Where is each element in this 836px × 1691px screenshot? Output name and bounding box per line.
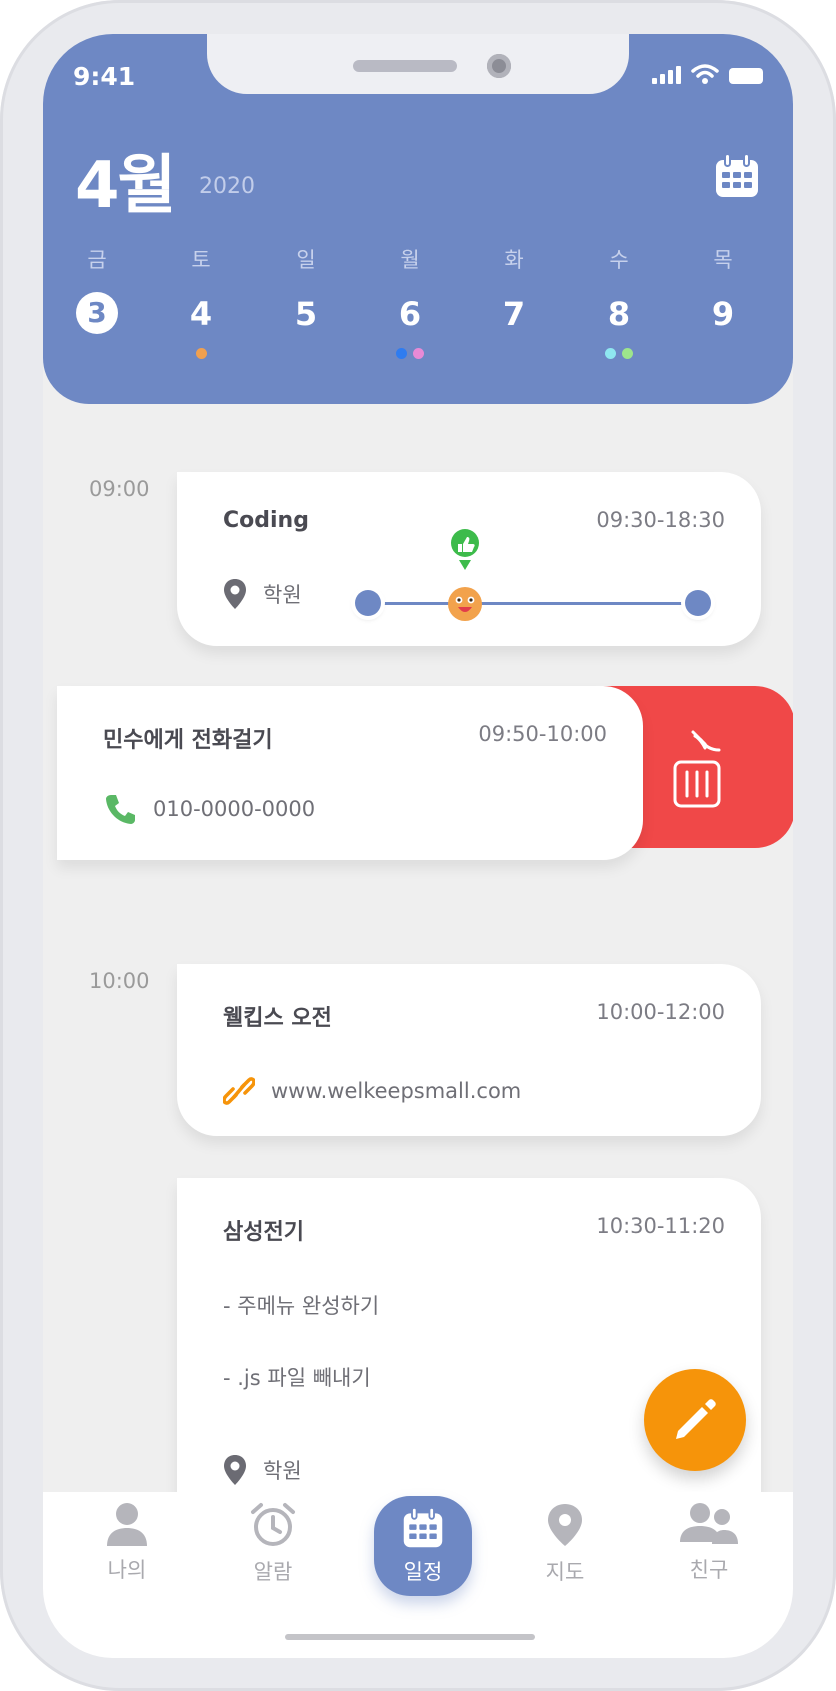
phone-icon	[106, 795, 135, 824]
event-location: 학원	[223, 1454, 302, 1486]
day-item[interactable]: 수 8	[579, 244, 659, 360]
day-item[interactable]: 화 7	[474, 244, 554, 360]
day-number: 7	[502, 295, 526, 333]
event-location: 학원	[223, 578, 302, 610]
event-dot	[622, 348, 633, 359]
event-time-range: 10:30-11:20	[596, 1214, 725, 1238]
day-item[interactable]: 금 3	[57, 244, 137, 358]
phone-frame: 9:41 4월 2020 금 3 토 4 일 5 월 6 화 7 수 8 목 9…	[0, 0, 836, 1691]
event-dots	[683, 348, 763, 360]
speaker	[353, 60, 457, 72]
day-name: 일	[296, 248, 316, 272]
day-number: 4	[189, 295, 213, 333]
day-name: 목	[713, 248, 733, 272]
tab-label: 나의	[107, 1558, 147, 1582]
add-event-button[interactable]	[644, 1369, 746, 1471]
day-number: 5	[294, 295, 318, 333]
event-card[interactable]: 민수에게 전화걸기 09:50-10:00 010-0000-0000	[57, 686, 643, 860]
location-pin-icon	[224, 579, 246, 609]
day-number: 6	[398, 295, 422, 333]
event-card[interactable]: Coding 09:30-18:30 학원	[177, 472, 761, 646]
pencil-icon	[676, 1399, 716, 1439]
tab-label: 일정	[403, 1560, 443, 1584]
event-dot	[195, 348, 207, 359]
day-name: 화	[504, 248, 524, 272]
avatar-emoji-icon	[448, 587, 482, 621]
device-notch	[207, 34, 629, 94]
home-indicator	[285, 1634, 535, 1640]
tab-my[interactable]: 나의	[72, 1502, 182, 1584]
week-strip: 금 3 토 4 일 5 월 6 화 7 수 8 목 9	[43, 244, 793, 364]
time-label: 09:00	[89, 477, 150, 501]
day-item[interactable]: 월 6	[370, 244, 450, 360]
tab-alarm[interactable]: 알람	[218, 1502, 328, 1586]
day-number: 9	[711, 295, 735, 333]
battery-icon	[729, 68, 763, 84]
event-time-range: 09:30-18:30	[596, 508, 725, 532]
location-text: 학원	[263, 1459, 302, 1483]
event-time-range: 09:50-10:00	[478, 722, 607, 746]
event-dot	[396, 348, 407, 359]
tab-map[interactable]: 지도	[510, 1502, 620, 1586]
event-title: Coding	[223, 508, 309, 533]
day-item[interactable]: 일 5	[266, 244, 346, 360]
calendar-icon[interactable]	[713, 152, 761, 200]
year-label: 2020	[199, 174, 255, 199]
tab-friends[interactable]: 친구	[654, 1502, 764, 1584]
tab-label: 알람	[253, 1560, 293, 1584]
tab-label: 지도	[545, 1560, 585, 1584]
event-title: 웰킵스 오전	[223, 1006, 332, 1031]
event-dots	[370, 348, 450, 360]
map-pin-icon	[548, 1504, 582, 1546]
progress-end-node	[685, 590, 711, 616]
event-dots	[474, 348, 554, 360]
time-label: 10:00	[89, 969, 150, 993]
person-icon	[107, 1503, 147, 1546]
event-time-range: 10:00-12:00	[596, 1000, 725, 1024]
wifi-icon	[691, 64, 719, 84]
tab-schedule[interactable]: 일정	[374, 1496, 472, 1596]
day-name: 토	[191, 248, 211, 272]
day-name: 금	[87, 248, 107, 272]
day-name: 월	[400, 248, 420, 272]
progress-start-node	[355, 590, 381, 616]
calendar-icon	[403, 1506, 443, 1548]
day-item[interactable]: 목 9	[683, 244, 763, 360]
day-number: 8	[607, 295, 631, 333]
screen: 9:41 4월 2020 금 3 토 4 일 5 월 6 화 7 수 8 목 9…	[43, 34, 793, 1658]
status-time: 9:41	[73, 62, 136, 91]
signal-icon	[652, 66, 681, 84]
link-icon	[223, 1077, 255, 1105]
thumbs-up-icon	[451, 529, 479, 570]
event-dots	[579, 348, 659, 360]
phone-number: 010-0000-0000	[153, 797, 316, 821]
location-text: 학원	[263, 583, 302, 607]
event-dot	[413, 348, 424, 359]
event-phone: 010-0000-0000	[103, 792, 315, 826]
event-card[interactable]: 웰킵스 오전 10:00-12:00 www.welkeepsmall.com	[177, 964, 761, 1136]
month-title: 4월	[75, 149, 176, 223]
day-item[interactable]: 토 4	[161, 244, 241, 360]
day-number: 3	[76, 292, 118, 334]
friends-icon	[680, 1503, 738, 1544]
day-name: 수	[609, 248, 629, 272]
event-title: 삼성전기	[223, 1220, 304, 1245]
progress-track	[367, 602, 699, 605]
trash-icon[interactable]	[671, 726, 723, 808]
link-text: www.welkeepsmall.com	[271, 1079, 522, 1103]
tab-label: 친구	[689, 1558, 729, 1582]
status-icons	[652, 64, 763, 84]
event-dots	[161, 348, 241, 360]
event-title: 민수에게 전화걸기	[103, 728, 273, 753]
alarm-clock-icon	[251, 1503, 295, 1546]
event-note: - 주메뉴 완성하기	[223, 1294, 380, 1318]
event-dot	[605, 348, 616, 359]
location-pin-icon	[224, 1455, 246, 1485]
event-note: - .js 파일 빼내기	[223, 1366, 371, 1390]
camera	[487, 54, 511, 78]
event-dots	[266, 348, 346, 360]
event-link[interactable]: www.welkeepsmall.com	[223, 1076, 521, 1106]
event-dots	[57, 346, 137, 358]
